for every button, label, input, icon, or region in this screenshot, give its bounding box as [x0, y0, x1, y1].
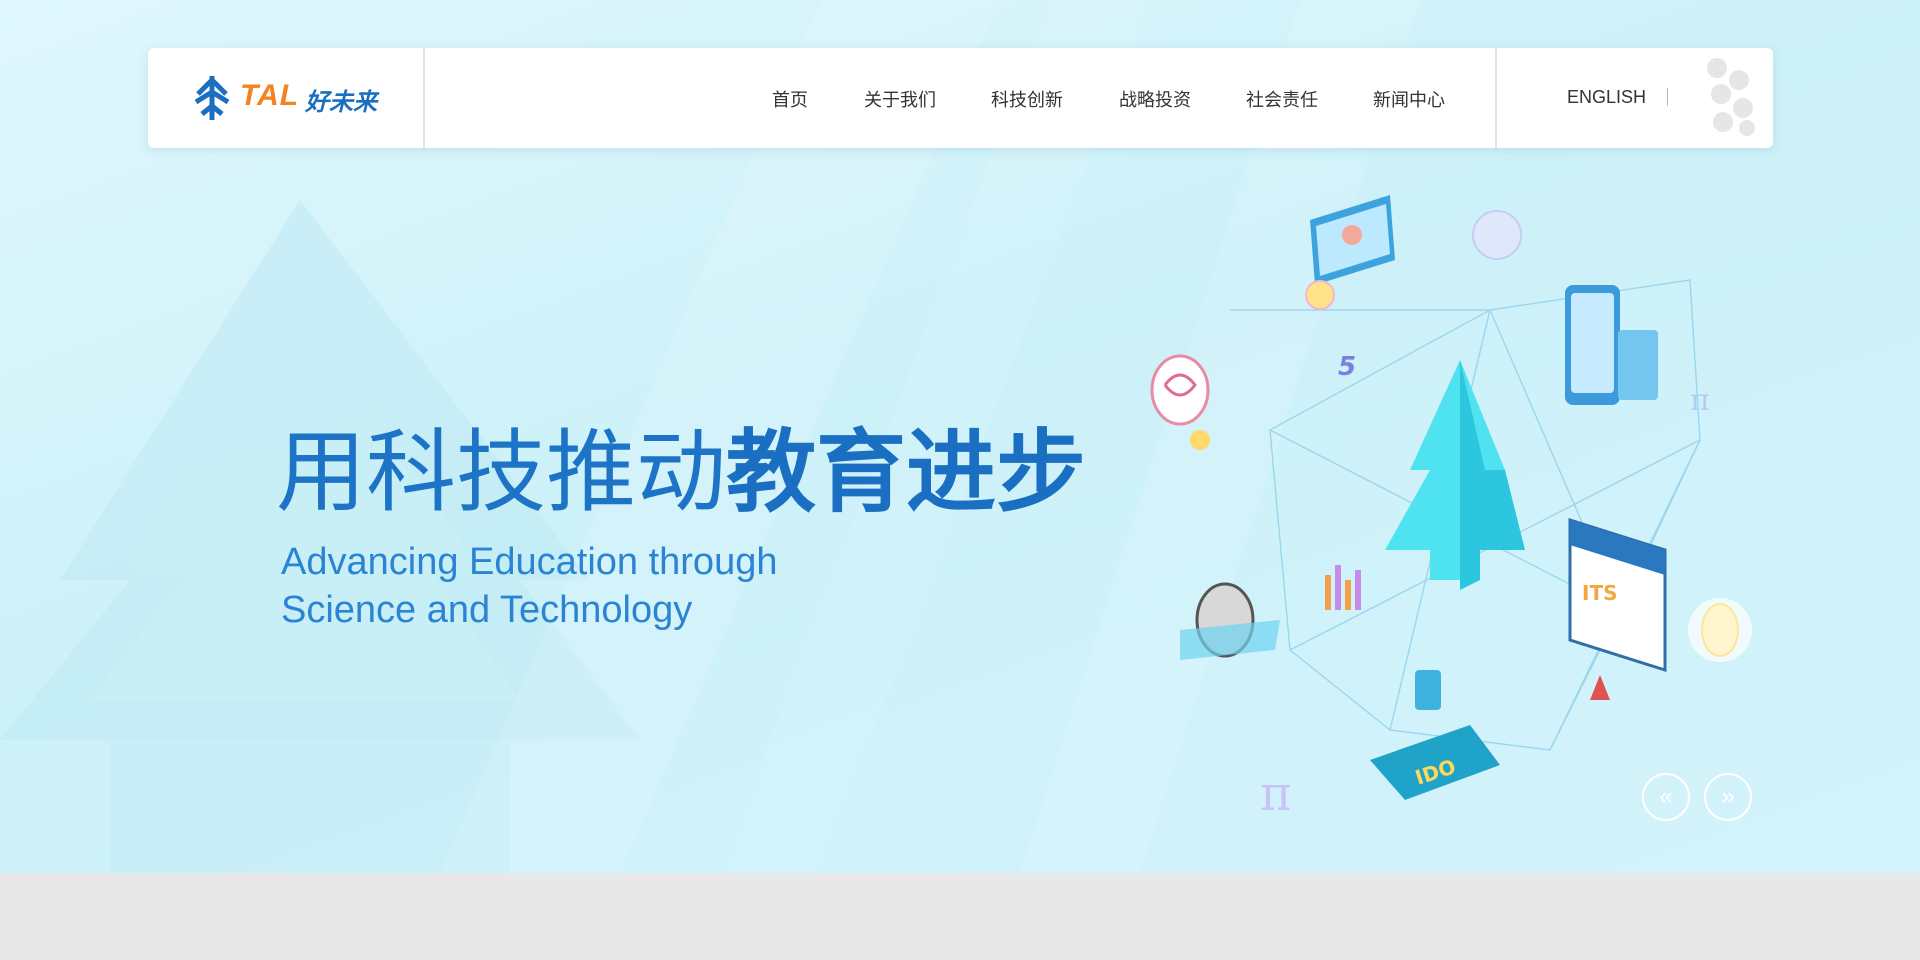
- headline-light-text: 用科技推动: [276, 423, 726, 523]
- logo[interactable]: TAL 好未来: [148, 48, 425, 148]
- tree-icon: [1385, 360, 1525, 590]
- language-switch-link[interactable]: ENGLISH: [1567, 87, 1646, 108]
- puzzle-icon: [1415, 670, 1441, 710]
- subline-line-2: Science and Technology: [281, 589, 693, 631]
- education-tech-illustration: 5 ITS IDO π π: [1150, 195, 1752, 822]
- top-navbar: TAL 好未来 首页 关于我们 科技创新 战略投资 社会责任 新闻中心 ENGL…: [148, 48, 1773, 148]
- carousel-next-button[interactable]: »: [1704, 773, 1752, 821]
- nav-item-investment[interactable]: 战略投资: [1119, 86, 1191, 112]
- logo-tal-text: TAL: [240, 79, 300, 112]
- nav-item-responsibility[interactable]: 社会责任: [1246, 86, 1318, 112]
- subline-line-1: Advancing Education through: [281, 541, 778, 583]
- robot-icon: [1180, 582, 1280, 660]
- logo-chinese-text: 好未来: [305, 89, 377, 116]
- nav-item-news[interactable]: 新闻中心: [1373, 86, 1445, 112]
- teacher-screen-icon: [1305, 195, 1395, 310]
- hero-headline: 用科技推动教育进步: [276, 418, 1086, 528]
- hero-subline: Advancing Education through Science and …: [281, 538, 777, 634]
- headline-bold-text: 教育进步: [726, 423, 1086, 523]
- nav-right-area: ENGLISH: [1495, 48, 1775, 148]
- nav-item-about[interactable]: 关于我们: [864, 86, 936, 112]
- nav-item-innovation[interactable]: 科技创新: [991, 86, 1063, 112]
- brain-icon: [1150, 354, 1210, 450]
- nav-item-home[interactable]: 首页: [772, 86, 808, 112]
- main-nav: 首页 关于我们 科技创新 战略投资 社会责任 新闻中心: [424, 48, 1494, 148]
- pi-symbol-icon: π: [1260, 766, 1292, 822]
- number-five-label: 5: [1338, 352, 1356, 382]
- pi-symbol-small-icon: π: [1690, 383, 1710, 418]
- tal-tree-logo-icon: [194, 76, 230, 120]
- bar-chart-icon: [1325, 565, 1361, 610]
- globe-icon: [1472, 210, 1522, 260]
- its-label: ITS: [1582, 581, 1618, 605]
- phone-icon: [1565, 285, 1658, 405]
- carousel-prev-button[interactable]: «: [1642, 773, 1690, 821]
- dots-grid-icon[interactable]: [1705, 56, 1765, 140]
- rocket-icon: [1590, 675, 1610, 700]
- lightbulb-icon: [1688, 598, 1752, 662]
- nav-divider: [1667, 88, 1668, 106]
